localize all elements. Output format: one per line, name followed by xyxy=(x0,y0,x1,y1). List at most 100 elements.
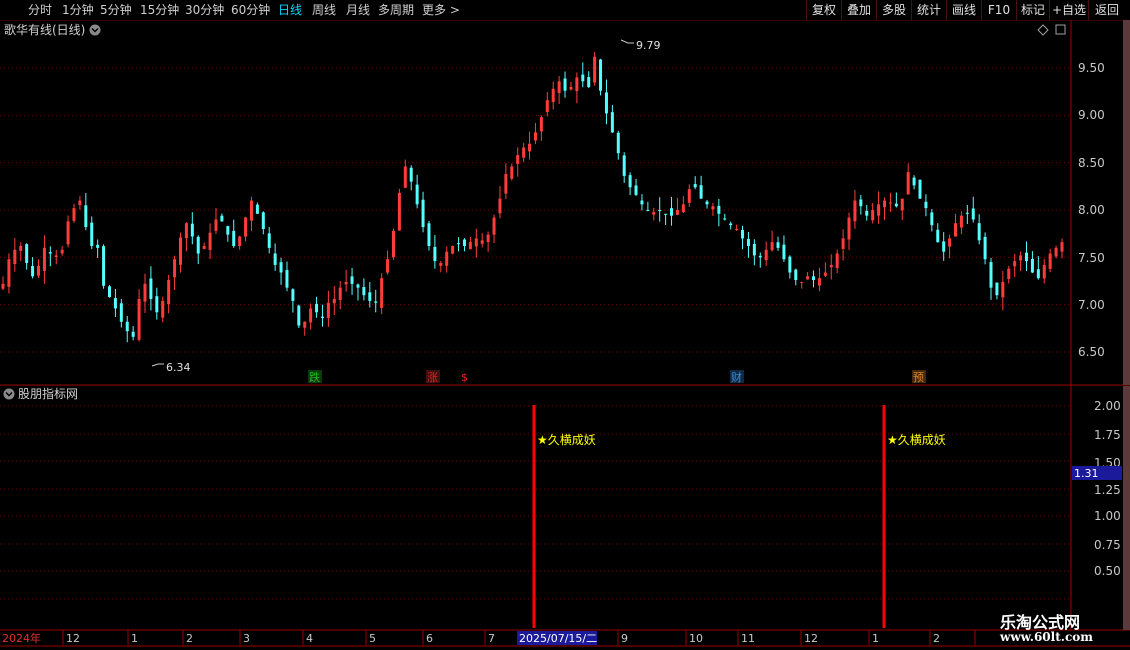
candle-body[interactable] xyxy=(1042,264,1046,279)
candle-body[interactable] xyxy=(693,184,697,188)
period-tab[interactable]: 15分钟 xyxy=(140,2,179,18)
candle-body[interactable] xyxy=(1030,259,1034,273)
candle-body[interactable] xyxy=(557,81,561,94)
candle-body[interactable] xyxy=(510,166,514,179)
candle-body[interactable] xyxy=(261,212,265,229)
candle-body[interactable] xyxy=(806,276,810,280)
candle-body[interactable] xyxy=(403,166,407,188)
candle-body[interactable] xyxy=(178,237,182,265)
candle-body[interactable] xyxy=(7,259,11,287)
candle-body[interactable] xyxy=(770,242,774,251)
candle-body[interactable] xyxy=(149,278,153,299)
candle-body[interactable] xyxy=(90,222,94,246)
candle-body[interactable] xyxy=(48,252,52,254)
period-tab[interactable]: 5分钟 xyxy=(100,2,132,18)
candle-body[interactable] xyxy=(752,244,756,256)
candle-body[interactable] xyxy=(326,302,330,318)
candle-body[interactable] xyxy=(131,331,135,337)
candle-body[interactable] xyxy=(309,308,313,323)
candle-body[interactable] xyxy=(599,59,603,91)
candle-body[interactable] xyxy=(143,283,147,302)
panel-expand-icon[interactable] xyxy=(1055,24,1066,35)
candle-body[interactable] xyxy=(238,236,242,247)
toolbar-button-mark[interactable]: 标记 xyxy=(1016,0,1049,20)
candle-body[interactable] xyxy=(776,242,780,248)
candle-body[interactable] xyxy=(362,287,366,296)
candle-body[interactable] xyxy=(533,132,537,141)
candle-body[interactable] xyxy=(1007,268,1011,279)
toolbar-button-multi[interactable]: 多股 xyxy=(876,0,911,20)
period-tab[interactable]: 分时 xyxy=(28,2,52,18)
candle-body[interactable] xyxy=(622,155,626,176)
dropdown-chevron-icon[interactable] xyxy=(89,24,101,36)
candle-body[interactable] xyxy=(877,204,881,216)
candle-body[interactable] xyxy=(113,298,117,309)
candle-body[interactable] xyxy=(800,281,804,283)
candlestick-series[interactable] xyxy=(1,52,1064,343)
candle-body[interactable] xyxy=(948,238,952,247)
candle-body[interactable] xyxy=(374,301,378,303)
candle-body[interactable] xyxy=(593,56,597,83)
candle-body[interactable] xyxy=(528,143,532,152)
candle-body[interactable] xyxy=(31,266,35,277)
candle-body[interactable] xyxy=(480,240,484,244)
candle-body[interactable] xyxy=(78,200,82,206)
candle-body[interactable] xyxy=(569,86,573,90)
candle-body[interactable] xyxy=(486,234,490,243)
marker-fall[interactable]: 跌 xyxy=(309,370,320,384)
candle-body[interactable] xyxy=(196,236,200,254)
candle-body[interactable] xyxy=(161,300,165,318)
candle-body[interactable] xyxy=(640,200,644,205)
more-menu[interactable]: 更多 > xyxy=(422,2,460,18)
candle-body[interactable] xyxy=(841,238,845,249)
candle-body[interactable] xyxy=(54,255,58,258)
candle-body[interactable] xyxy=(835,253,839,268)
dropdown-chevron-icon[interactable] xyxy=(3,388,15,400)
marker-dollar[interactable]: $ xyxy=(461,371,468,384)
candle-body[interactable] xyxy=(356,284,360,288)
candle-body[interactable] xyxy=(244,217,248,237)
candle-body[interactable] xyxy=(936,229,940,243)
candle-body[interactable] xyxy=(894,203,898,207)
candle-body[interactable] xyxy=(60,249,64,254)
candle-body[interactable] xyxy=(995,282,999,296)
period-tab[interactable]: 1分钟 xyxy=(62,2,94,18)
candle-body[interactable] xyxy=(581,74,585,82)
diamond-icon[interactable] xyxy=(1037,24,1049,36)
candle-body[interactable] xyxy=(84,205,88,228)
candle-body[interactable] xyxy=(462,239,466,246)
candle-body[interactable] xyxy=(812,276,816,281)
candle-body[interactable] xyxy=(516,155,520,164)
candle-body[interactable] xyxy=(498,198,502,214)
marker-finance[interactable]: 财 xyxy=(731,370,742,384)
candle-body[interactable] xyxy=(741,229,745,239)
candle-body[interactable] xyxy=(137,298,141,340)
period-tab-daily[interactable]: 日线 xyxy=(278,2,302,18)
candle-body[interactable] xyxy=(291,289,295,301)
candle-body[interactable] xyxy=(634,185,638,195)
candle-body[interactable] xyxy=(888,202,892,204)
candle-body[interactable] xyxy=(717,205,721,214)
candle-body[interactable] xyxy=(391,230,395,258)
candle-body[interactable] xyxy=(397,192,401,231)
candle-body[interactable] xyxy=(232,230,236,246)
toolbar-button-overlay[interactable]: 叠加 xyxy=(841,0,876,20)
candle-body[interactable] xyxy=(421,199,425,228)
candle-body[interactable] xyxy=(746,238,750,246)
candle-body[interactable] xyxy=(711,206,715,210)
candle-body[interactable] xyxy=(344,281,348,285)
candle-body[interactable] xyxy=(451,245,455,254)
toolbar-button-back[interactable]: 返回 xyxy=(1088,0,1125,20)
candle-body[interactable] xyxy=(918,179,922,199)
candle-body[interactable] xyxy=(522,147,526,158)
candle-body[interactable] xyxy=(971,208,975,220)
candle-body[interactable] xyxy=(415,184,419,205)
candle-body[interactable] xyxy=(658,209,662,211)
candle-body[interactable] xyxy=(368,292,372,301)
candle-body[interactable] xyxy=(303,321,307,328)
candle-body[interactable] xyxy=(959,215,963,228)
candle-body[interactable] xyxy=(468,242,472,250)
candle-body[interactable] xyxy=(285,270,289,288)
candle-body[interactable] xyxy=(42,247,46,271)
candle-body[interactable] xyxy=(125,321,129,332)
